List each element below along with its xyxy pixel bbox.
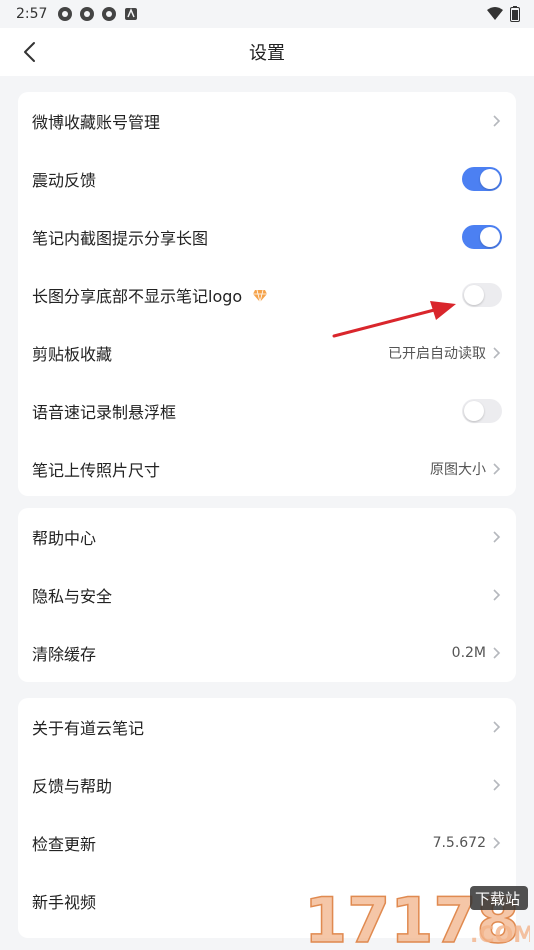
hide-logo-toggle[interactable]: [462, 283, 502, 307]
setting-label: 长图分享底部不显示笔记logo: [32, 287, 243, 306]
setting-check-update[interactable]: 检查更新 7.5.672: [18, 814, 516, 872]
setting-label: 反馈与帮助: [32, 777, 113, 796]
setting-label: 震动反馈: [32, 171, 97, 190]
chevron-right-icon: [492, 529, 502, 545]
setting-voice-float: 语音速记录制悬浮框: [18, 382, 516, 440]
setting-weibo-account[interactable]: 微博收藏账号管理: [18, 92, 516, 150]
setting-label: 清除缓存: [32, 645, 97, 664]
back-arrow-icon[interactable]: [18, 40, 42, 64]
setting-privacy[interactable]: 隐私与安全: [18, 566, 516, 624]
app-notification-icon: [101, 6, 117, 22]
toggle-knob: [480, 169, 500, 189]
chevron-right-icon: [492, 645, 502, 661]
watermark-logo: 17178 下载站 .COM: [303, 886, 530, 948]
keyboard-notification-icon: [123, 6, 139, 22]
toggle-knob: [480, 227, 500, 247]
toggle-knob: [464, 401, 484, 421]
setting-hide-logo: 长图分享底部不显示笔记logo: [18, 266, 516, 324]
voice-float-toggle[interactable]: [462, 399, 502, 423]
setting-label: 隐私与安全: [32, 587, 113, 606]
setting-label: 新手视频: [32, 893, 97, 912]
setting-value: 0.2M: [451, 645, 486, 661]
setting-value: 7.5.672: [432, 835, 486, 851]
setting-vibration: 震动反馈: [18, 150, 516, 208]
setting-label: 帮助中心: [32, 529, 97, 548]
chevron-right-icon: [492, 345, 502, 361]
chevron-right-icon: [492, 461, 502, 477]
chevron-right-icon: [492, 113, 502, 129]
toggle-knob: [464, 285, 484, 305]
setting-clear-cache[interactable]: 清除缓存 0.2M: [18, 624, 516, 682]
setting-clipboard[interactable]: 剪贴板收藏 已开启自动读取: [18, 324, 516, 382]
status-right: [486, 6, 520, 26]
app-notification-icon: [57, 6, 73, 22]
setting-value: 原图大小: [430, 462, 486, 478]
setting-photo-size[interactable]: 笔记上传照片尺寸 原图大小: [18, 440, 516, 496]
setting-screenshot-share: 笔记内截图提示分享长图: [18, 208, 516, 266]
top-bar: 设置: [0, 28, 534, 76]
setting-label: 语音速记录制悬浮框: [32, 403, 177, 422]
setting-about[interactable]: 关于有道云笔记: [18, 698, 516, 756]
setting-label: 笔记上传照片尺寸: [32, 461, 161, 480]
setting-label: 检查更新: [32, 835, 97, 854]
battery-icon: [510, 6, 520, 26]
svg-text:下载站: 下载站: [475, 890, 520, 908]
setting-label: 微博收藏账号管理: [32, 113, 161, 132]
chevron-right-icon: [492, 719, 502, 735]
chevron-right-icon: [492, 835, 502, 851]
status-bar: 2:57: [0, 0, 534, 28]
setting-label: 笔记内截图提示分享长图: [32, 229, 209, 248]
screenshot-share-toggle[interactable]: [462, 225, 502, 249]
vibration-toggle[interactable]: [462, 167, 502, 191]
setting-feedback[interactable]: 反馈与帮助: [18, 756, 516, 814]
wifi-icon: [486, 7, 504, 25]
setting-label: 关于有道云笔记: [32, 719, 145, 738]
setting-help-center[interactable]: 帮助中心: [18, 508, 516, 566]
settings-group-help: 帮助中心 隐私与安全 清除缓存 0.2M: [18, 508, 516, 682]
app-notification-icon: [79, 6, 95, 22]
chevron-right-icon: [492, 777, 502, 793]
status-time: 2:57: [16, 6, 48, 22]
settings-group-general: 微博收藏账号管理 震动反馈 笔记内截图提示分享长图 长图分享底部不显示笔记log…: [18, 92, 516, 496]
vip-diamond-icon: [252, 288, 268, 303]
page-title: 设置: [249, 43, 285, 64]
svg-text:.COM: .COM: [470, 923, 530, 948]
setting-label: 剪贴板收藏: [32, 345, 113, 364]
chevron-right-icon: [492, 587, 502, 603]
setting-value: 已开启自动读取: [388, 346, 486, 362]
